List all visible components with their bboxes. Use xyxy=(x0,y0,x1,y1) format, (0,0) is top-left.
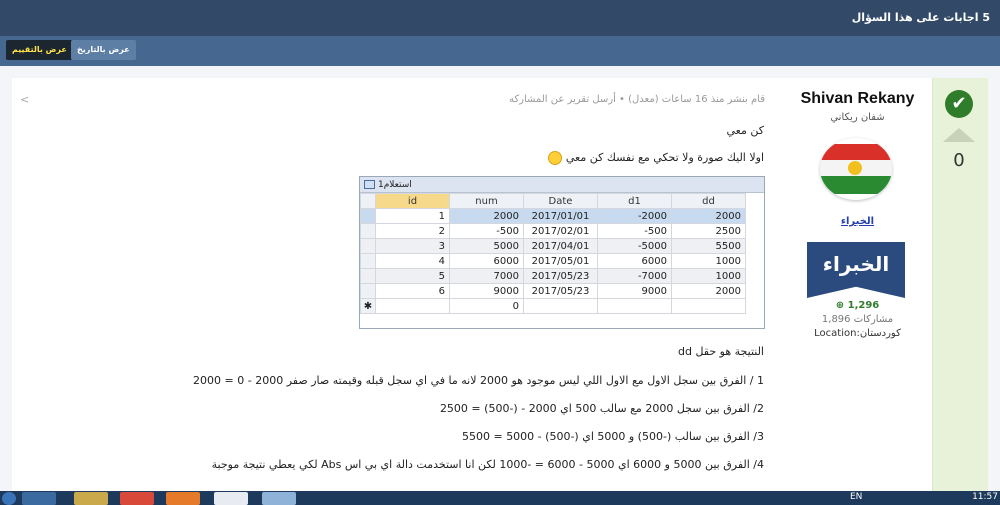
table-cell[interactable]: 6 xyxy=(375,283,450,299)
sort-by-rating-tab[interactable]: عرض بالتقييم xyxy=(6,40,73,60)
table-cell[interactable]: 5000 xyxy=(449,238,524,254)
vote-column: ✔ 0 xyxy=(932,78,988,498)
table-cell[interactable]: 9000 xyxy=(449,283,524,299)
table-row[interactable]: 2 -500 2017/02/01 -500 2500 xyxy=(360,223,746,239)
sort-by-date-tab[interactable]: عرض بالتاريخ xyxy=(71,40,136,60)
sort-toolbar: عرض بالتقييم عرض بالتاريخ xyxy=(0,36,1000,66)
access-query-screenshot: استعلام1 id num Date d1 dd 1 2000 2017/01/… xyxy=(359,176,765,329)
explanation-4: 4/ الفرق بين 5000 و 6000 اي 5000 - 6000 … xyxy=(211,458,764,471)
table-row[interactable]: 4 6000 2017/05/01 6000 1000 xyxy=(360,253,746,269)
table-cell[interactable]: -7000 xyxy=(597,268,672,284)
taskbar-app-icon[interactable] xyxy=(22,492,56,505)
answers-count-title: 5 اجابات على هذا السؤال xyxy=(851,11,990,24)
question-header: 5 اجابات على هذا السؤال xyxy=(0,0,1000,36)
author-post-count: 1,896 مشاركات xyxy=(821,314,894,325)
table-cell[interactable]: -500 xyxy=(597,223,672,239)
table-cell[interactable]: 2017/02/01 xyxy=(523,223,598,239)
table-cell[interactable]: 3 xyxy=(375,238,450,254)
row-selector[interactable] xyxy=(360,253,376,269)
table-cell[interactable]: 1 xyxy=(375,208,450,224)
table-cell[interactable]: 2017/05/23 xyxy=(523,268,598,284)
column-header: id xyxy=(375,193,450,209)
query-title-bar: استعلام1 xyxy=(360,177,764,193)
row-selector[interactable] xyxy=(360,223,376,239)
query-datasheet: id num Date d1 dd 1 2000 2017/01/01 -2000 20… xyxy=(360,193,746,314)
system-clock[interactable]: 11:57 xyxy=(972,492,998,502)
post-meta[interactable]: قام بنشر منذ 16 ساعات (معدل) • أرسل تقري… xyxy=(509,94,765,105)
explanation-3: 3/ الفرق بين سالب (-500) و 5000 اي (-500… xyxy=(461,430,764,443)
table-cell[interactable]: 2000 xyxy=(449,208,524,224)
table-cell[interactable]: 2017/05/01 xyxy=(523,253,598,269)
column-header: dd xyxy=(671,193,746,209)
row-selector[interactable] xyxy=(360,283,376,299)
start-button[interactable] xyxy=(2,492,16,505)
upvote-arrow-icon[interactable] xyxy=(943,128,975,142)
table-cell[interactable]: 2000 xyxy=(671,208,746,224)
accepted-answer-icon: ✔ xyxy=(945,90,973,118)
table-cell[interactable] xyxy=(671,298,746,314)
share-icon[interactable]: < xyxy=(20,93,29,106)
table-cell[interactable]: 5 xyxy=(375,268,450,284)
table-cell[interactable]: 2017/01/01 xyxy=(523,208,598,224)
table-cell[interactable] xyxy=(523,298,598,314)
table-cell[interactable]: -500 xyxy=(449,223,524,239)
table-cell[interactable]: 9000 xyxy=(597,283,672,299)
table-cell[interactable]: 7000 xyxy=(449,268,524,284)
table-cell[interactable]: 2017/05/23 xyxy=(523,283,598,299)
experts-badge-text: الخبراء xyxy=(822,252,890,276)
author-subname: شفان ريكاني xyxy=(830,112,885,123)
table-cell[interactable]: 6000 xyxy=(597,253,672,269)
table-row[interactable]: 1 2000 2017/01/01 -2000 2000 xyxy=(360,208,746,224)
table-cell[interactable] xyxy=(597,298,672,314)
table-icon xyxy=(364,180,375,189)
smiley-icon xyxy=(548,151,563,165)
table-cell[interactable]: 4 xyxy=(375,253,450,269)
explorer-icon[interactable] xyxy=(74,492,108,505)
row-selector[interactable] xyxy=(360,208,376,224)
access-app-icon[interactable] xyxy=(262,492,296,505)
author-avatar[interactable] xyxy=(820,138,892,200)
explanation-1: 1 / الفرق بين سجل الاول مع الاول اللي لي… xyxy=(193,374,764,387)
table-cell[interactable]: 6000 xyxy=(449,253,524,269)
table-cell[interactable]: 0 xyxy=(449,298,524,314)
document-icon[interactable] xyxy=(214,492,248,505)
table-row[interactable]: 6 9000 2017/05/23 9000 2000 xyxy=(360,283,746,299)
table-cell[interactable] xyxy=(375,298,450,314)
column-header: d1 xyxy=(597,193,672,209)
table-cell[interactable]: 2 xyxy=(375,223,450,239)
vote-score: 0 xyxy=(953,150,965,171)
result-line: النتيجة هو حقل dd xyxy=(677,345,764,358)
column-header: num xyxy=(449,193,524,209)
author-card: Shivan Rekany شفان ريكاني الخبراء الخبرا… xyxy=(790,90,925,339)
table-cell[interactable]: 1000 xyxy=(671,253,746,269)
author-location: Location:كوردستان xyxy=(814,328,901,339)
new-record-marker: ✱ xyxy=(360,298,376,314)
table-cell[interactable]: -2000 xyxy=(597,208,672,224)
author-reputation: ⊕ 1,296 xyxy=(835,300,880,311)
table-cell[interactable]: 2017/04/01 xyxy=(523,238,598,254)
language-indicator[interactable]: EN xyxy=(850,492,862,502)
table-cell[interactable]: 2500 xyxy=(671,223,746,239)
windows-taskbar: EN 11:57 xyxy=(0,491,1000,505)
query-title: استعلام1 xyxy=(378,180,412,190)
author-group-link[interactable]: الخبراء xyxy=(790,216,925,227)
post-line-2: اولا اليك صورة ولا تحكي مع نفسك كن معي xyxy=(548,151,764,165)
new-record-row[interactable]: ✱ 0 xyxy=(360,298,746,314)
author-name[interactable]: Shivan Rekany xyxy=(790,90,925,108)
firefox-icon[interactable] xyxy=(166,492,200,505)
table-row[interactable]: 5 7000 2017/05/23 -7000 1000 xyxy=(360,268,746,284)
post-line-1: كن معي xyxy=(726,124,764,137)
row-selector[interactable] xyxy=(360,268,376,284)
table-cell[interactable]: 1000 xyxy=(671,268,746,284)
table-cell[interactable]: -5000 xyxy=(597,238,672,254)
explanation-2: 2/ الفرق بين سجل 2000 مع سالب 500 اي 200… xyxy=(439,402,764,415)
table-cell[interactable]: 5500 xyxy=(671,238,746,254)
chrome-icon[interactable] xyxy=(120,492,154,505)
column-header: Date xyxy=(523,193,598,209)
table-cell[interactable]: 2000 xyxy=(671,283,746,299)
table-row[interactable]: 3 5000 2017/04/01 -5000 5500 xyxy=(360,238,746,254)
row-selector[interactable] xyxy=(360,238,376,254)
